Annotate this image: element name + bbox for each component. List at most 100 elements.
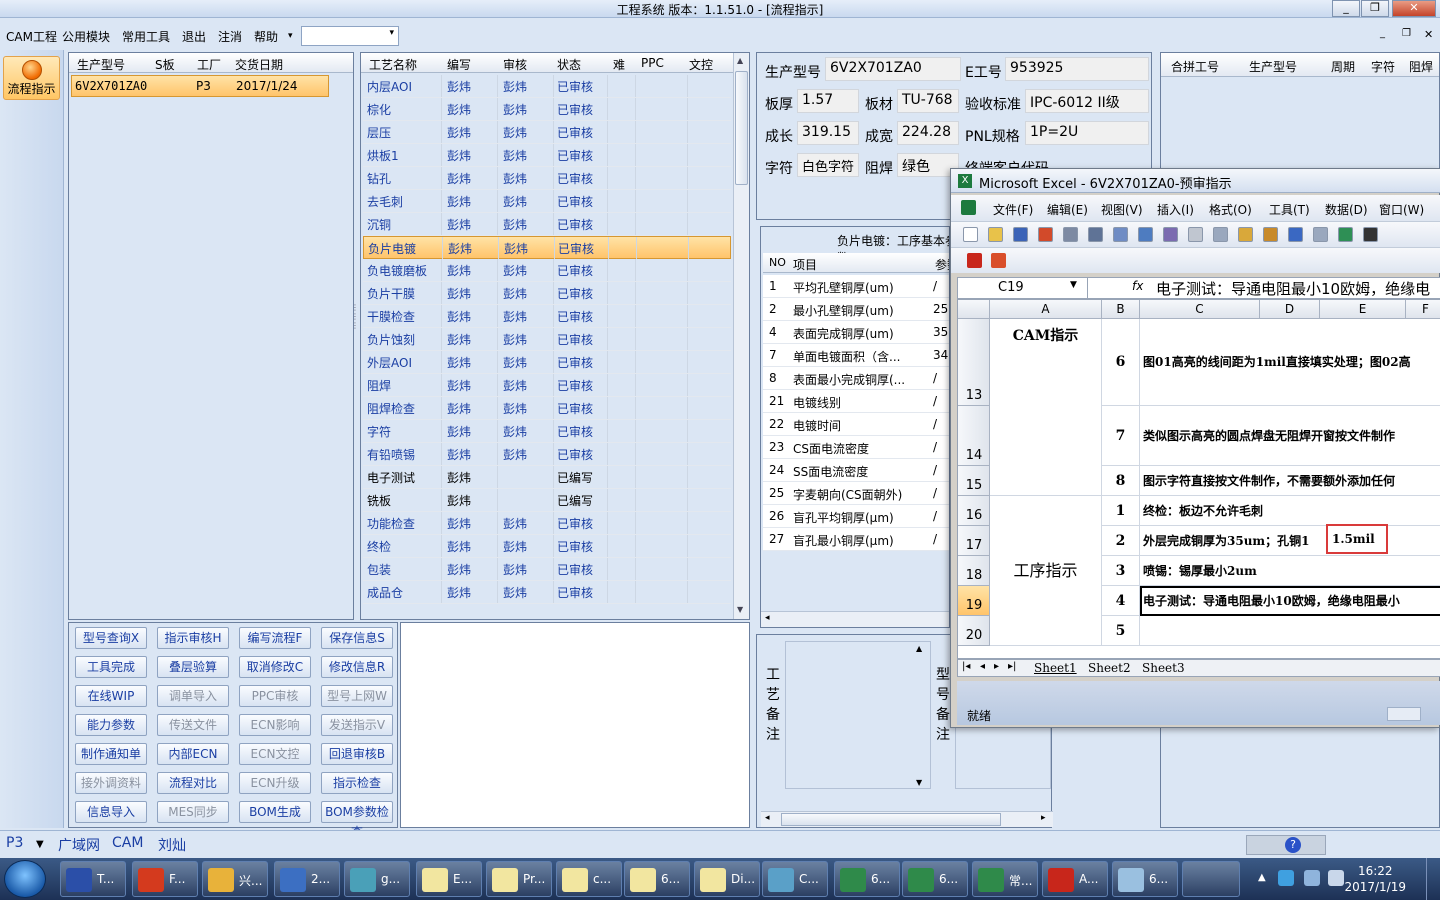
table-row[interactable]: 棕化 彭炜 彭炜 已审核 — [363, 98, 731, 121]
table-row[interactable]: 负片干膜 彭炜 彭炜 已审核 — [363, 282, 731, 305]
task-c[interactable]: c... — [556, 861, 622, 897]
action-button[interactable]: MES同步 — [157, 801, 229, 823]
copy-icon[interactable] — [1213, 227, 1228, 242]
header-doc-control[interactable]: 文控 — [689, 56, 713, 73]
param-row[interactable]: 1 平均孔壁铜厚(um) / — [763, 275, 949, 298]
sheet-tab-2[interactable]: Sheet2 — [1088, 661, 1131, 675]
column-header[interactable]: C — [1140, 300, 1260, 319]
action-button[interactable]: 修改信息R — [321, 656, 393, 678]
cell-b[interactable]: 7 — [1102, 406, 1140, 466]
header-date[interactable]: 交货日期 — [235, 56, 283, 73]
research-icon[interactable] — [1163, 227, 1178, 242]
factory-selector[interactable]: P3 — [6, 835, 23, 851]
spelling-icon[interactable] — [1138, 227, 1153, 242]
header-status[interactable]: 状态 — [557, 56, 581, 73]
task-star[interactable]: 兴... — [202, 861, 268, 897]
task-excel-6b[interactable]: 6... — [902, 861, 968, 897]
table-row[interactable]: 有铅喷锡 彭炜 彭炜 已审核 — [363, 443, 731, 466]
param-row[interactable]: 27 盲孔最小铜厚(μm) / — [763, 528, 949, 551]
action-button[interactable]: BOM参数检查 — [321, 801, 393, 839]
action-button[interactable]: 在线WIP — [75, 685, 147, 707]
save-icon[interactable] — [1013, 227, 1028, 242]
table-row[interactable]: 干膜检查 彭炜 彭炜 已审核 — [363, 305, 731, 328]
table-row[interactable]: 6V2X701ZA0 P3 2017/1/24 — [71, 75, 329, 97]
action-button[interactable]: 调单导入 — [157, 685, 229, 707]
hyperlink-icon[interactable] — [1338, 227, 1353, 242]
pnl-field[interactable]: 1P=2U — [1025, 121, 1149, 145]
action-button[interactable]: 取消修改C — [239, 656, 311, 678]
header-process-name[interactable]: 工艺名称 — [369, 56, 417, 73]
table-row[interactable]: 阻焊检查 彭炜 彭炜 已审核 — [363, 397, 731, 420]
action-button[interactable]: 流程对比 — [157, 772, 229, 794]
cut-icon[interactable] — [1188, 227, 1203, 242]
header-param[interactable]: 参数 — [935, 256, 949, 273]
cell-b[interactable]: 3 — [1102, 556, 1140, 586]
action-button[interactable]: 工具完成 — [75, 656, 147, 678]
row-header[interactable]: 17 — [958, 526, 990, 556]
menu-common-tools[interactable]: 常用工具 — [122, 28, 170, 45]
row-header[interactable]: 20 — [958, 616, 990, 646]
cell-b[interactable]: 5 — [1102, 616, 1140, 646]
header-reviewer[interactable]: 审核 — [503, 56, 527, 73]
tray-network-icon[interactable] — [1304, 870, 1320, 886]
header-merge-mask[interactable]: 阻焊 — [1409, 58, 1433, 75]
param-row[interactable]: 23 CS面电流密度 / — [763, 436, 949, 459]
preview-icon[interactable] — [1113, 227, 1128, 242]
excel-titlebar[interactable]: X Microsoft Excel - 6V2X701ZA0-预审指示 — [951, 169, 1440, 193]
header-writer[interactable]: 编写 — [447, 56, 471, 73]
last-sheet-icon[interactable]: ▸| — [1008, 661, 1016, 672]
restore-button[interactable]: ❐ — [1361, 0, 1389, 17]
scroll-left-icon[interactable]: ◂ — [765, 813, 770, 823]
cell-c[interactable]: 图示字符直接按文件制作，不需要额外添加任何 — [1140, 466, 1440, 496]
header-merge-cycle[interactable]: 周期 — [1331, 58, 1355, 75]
print-icon[interactable] — [1088, 227, 1103, 242]
task-foxmail[interactable]: F... — [132, 861, 198, 897]
tray-app-icon[interactable] — [1278, 870, 1294, 886]
action-button[interactable]: 内部ECN — [157, 743, 229, 765]
scroll-thumb[interactable] — [781, 813, 1001, 826]
action-button[interactable]: 型号查询X — [75, 627, 147, 649]
header-merge-model[interactable]: 生产型号 — [1249, 58, 1297, 75]
action-button[interactable]: 制作通知单 — [75, 743, 147, 765]
table-row[interactable]: 去毛刺 彭炜 彭炜 已审核 — [363, 190, 731, 213]
action-button[interactable]: 传送文件 — [157, 714, 229, 736]
table-row[interactable]: 功能检查 彭炜 彭炜 已审核 — [363, 512, 731, 535]
show-desktop-button[interactable] — [1426, 858, 1440, 900]
next-sheet-icon[interactable]: ▸ — [994, 661, 999, 672]
task-6b[interactable]: 6... — [1112, 861, 1178, 897]
menu-help[interactable]: 帮助 — [254, 28, 278, 45]
scroll-down-icon[interactable]: ▼ — [737, 605, 743, 614]
action-button[interactable]: 型号上网W — [321, 685, 393, 707]
table-row[interactable]: 沉铜 彭炜 彭炜 已审核 — [363, 213, 731, 236]
pdf-icon[interactable] — [967, 253, 982, 268]
action-button[interactable]: 指示审核H — [157, 627, 229, 649]
cell-c[interactable]: 电子测试：导通电阻最小10欧姆，绝缘电阻最小 — [1140, 586, 1440, 616]
column-header[interactable]: E — [1320, 300, 1406, 319]
first-sheet-icon[interactable]: |◂ — [962, 661, 970, 672]
menu-cam[interactable]: CAM工程 — [6, 28, 57, 45]
process-instruction-cell[interactable]: 工序指示 — [990, 496, 1102, 646]
flow-instruction-button[interactable]: 流程指示 — [3, 56, 60, 100]
excel-menu-item[interactable]: 数据(D) — [1325, 201, 1368, 218]
action-button[interactable]: 编写流程F — [239, 627, 311, 649]
table-row[interactable]: 成品仓 彭炜 彭炜 已审核 — [363, 581, 731, 604]
param-row[interactable]: 24 SS面电流密度 / — [763, 459, 949, 482]
cell-c[interactable]: 终检：板边不允许毛刺 — [1140, 496, 1440, 526]
mdi-restore-icon[interactable]: ❐ — [1402, 28, 1411, 39]
email-icon[interactable] — [1063, 227, 1078, 242]
excel-doc-icon[interactable] — [961, 200, 976, 215]
chevron-down-icon[interactable]: ▼ — [1070, 280, 1077, 290]
eno-field[interactable]: 953925 — [1005, 57, 1149, 81]
header-no[interactable]: NO — [769, 256, 786, 269]
task-acrobat[interactable]: A... — [1042, 861, 1108, 897]
action-button[interactable]: 叠层验算 — [157, 656, 229, 678]
wid-field[interactable]: 224.28 — [897, 121, 959, 145]
table-row[interactable]: 字符 彭炜 彭炜 已审核 — [363, 420, 731, 443]
sheet-tab-1[interactable]: Sheet1 — [1034, 661, 1077, 675]
cell-b[interactable]: 1 — [1102, 496, 1140, 526]
task-word[interactable]: 2... — [274, 861, 340, 897]
action-button[interactable]: 保存信息S — [321, 627, 393, 649]
scroll-down-icon[interactable]: ▼ — [916, 778, 922, 787]
cam-instruction-cell[interactable]: CAM指示 — [990, 319, 1102, 496]
mat-field[interactable]: TU-768 — [897, 89, 959, 113]
